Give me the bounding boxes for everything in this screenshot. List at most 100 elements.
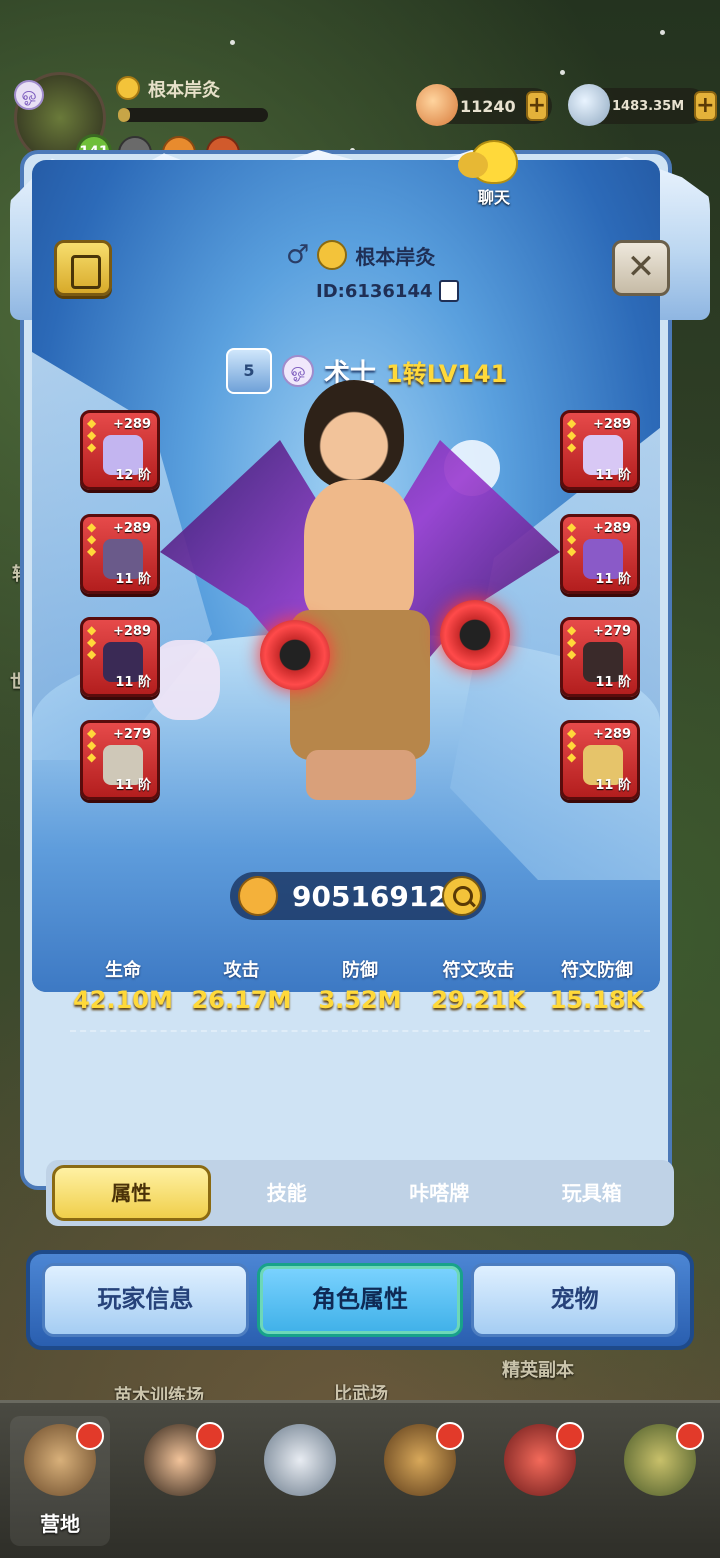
stat-label: 防御: [342, 960, 378, 981]
gem-counter: 1483.35M +: [568, 84, 717, 126]
nav-equipment[interactable]: [250, 1416, 350, 1546]
stat-label: 符文攻击: [442, 960, 515, 981]
copy-id-icon[interactable]: [438, 280, 459, 302]
equipment-slot[interactable]: ◆ ◆ ◆ +289 11 阶: [560, 514, 640, 594]
equipment-slot[interactable]: ◆ ◆ ◆ +289 11 阶: [80, 514, 160, 594]
enhance-level: +279: [112, 727, 151, 742]
star-rank-icon: ◆ ◆ ◆: [567, 726, 577, 764]
nav-shop[interactable]: [610, 1416, 710, 1546]
bg-label-elite: 精英副本: [502, 1360, 574, 1381]
star-rank-icon: ◆ ◆ ◆: [567, 520, 577, 558]
male-gender-icon: ♂: [286, 240, 310, 270]
equipment-slot[interactable]: ◆ ◆ ◆ +279 11 阶: [80, 720, 160, 800]
notification-bell-icon: [556, 1421, 584, 1450]
stat-value: 3.52M: [318, 986, 402, 1014]
equipment-slot[interactable]: ◆ ◆ ◆ +289 12 阶: [80, 410, 160, 490]
pet-companion: [150, 640, 220, 720]
enhance-level: +289: [592, 417, 631, 432]
player-header: ♂ 根本岸灸: [286, 240, 435, 270]
tab-cards[interactable]: 咔嗒牌: [363, 1165, 516, 1221]
stat-value: 26.17M: [191, 986, 292, 1014]
notification-bell-icon: [196, 1421, 224, 1450]
stat-label: 生命: [105, 960, 141, 981]
stat-rune-defense: 符文防御 15.18K: [538, 956, 656, 1014]
chat-bubble-icon: [458, 140, 518, 184]
enhance-level: +279: [592, 624, 631, 639]
star-rank-icon: ◆ ◆ ◆: [567, 416, 577, 454]
gem-amount: 1483.35M: [612, 98, 685, 114]
muscle-arm-icon: [238, 876, 278, 916]
equipment-slot[interactable]: ◆ ◆ ◆ +279 11 阶: [560, 617, 640, 697]
smiley-face-icon: [317, 240, 348, 270]
nav-camp[interactable]: 营地: [10, 1415, 110, 1546]
gold-counter: 11240 +: [416, 84, 552, 126]
divider: [70, 1030, 650, 1032]
smiley-face-icon: [116, 76, 140, 100]
combat-power-value: 90516912: [292, 879, 448, 913]
star-rank-icon: ◆ ◆ ◆: [567, 623, 577, 661]
star-rank-icon: ◆ ◆ ◆: [87, 726, 97, 764]
nav-hero[interactable]: [130, 1416, 230, 1546]
profile-card-button[interactable]: [54, 240, 112, 296]
gem-shell-icon: [568, 84, 610, 126]
star-rank-icon: ◆ ◆ ◆: [87, 520, 97, 558]
item-tier: 12 阶: [115, 468, 151, 483]
player-name: 根本岸灸: [355, 244, 436, 269]
stat-label: 符文防御: [561, 960, 633, 981]
nav-guild[interactable]: [370, 1416, 470, 1546]
stat-attack: 攻击 26.17M: [183, 956, 301, 1014]
tab-player-info[interactable]: 玩家信息: [42, 1263, 249, 1337]
item-tier: 11 阶: [595, 778, 631, 793]
bottom-nav: 营地: [0, 1400, 720, 1558]
character-model: [284, 380, 434, 810]
tab-pets[interactable]: 宠物: [471, 1263, 679, 1337]
equipment-slot[interactable]: ◆ ◆ ◆ +289 11 阶: [560, 720, 640, 800]
stat-hp: 生命 42.10M: [64, 956, 182, 1014]
stat-value: 29.21K: [431, 986, 526, 1014]
stat-defense: 防御 3.52M: [301, 956, 419, 1014]
left-gauntlet: [260, 620, 330, 690]
add-gold-button[interactable]: +: [525, 91, 549, 121]
class-emblem-icon: ஓ: [14, 80, 44, 110]
right-gauntlet: [440, 600, 510, 670]
star-rank-icon: ◆ ◆ ◆: [87, 416, 97, 454]
item-tier: 11 阶: [115, 675, 151, 690]
gold-amount: 11240: [460, 96, 516, 116]
equipment-slot[interactable]: ◆ ◆ ◆ +289 11 阶: [560, 410, 640, 490]
item-tier: 11 阶: [595, 675, 631, 690]
notification-bell-icon: [76, 1421, 104, 1450]
enhance-level: +289: [592, 521, 631, 536]
nav-pet[interactable]: [490, 1416, 590, 1546]
nav-camp-label: 营地: [40, 1511, 80, 1536]
player-id: ID:6136144: [316, 280, 459, 302]
enhance-level: +289: [112, 417, 151, 432]
player-id-text: ID:6136144: [316, 280, 433, 302]
close-button[interactable]: ✕: [612, 240, 670, 296]
item-tier: 11 阶: [115, 778, 151, 793]
chat-button[interactable]: 聊天: [456, 140, 532, 208]
tab-toybox[interactable]: 玩具箱: [516, 1165, 669, 1221]
notification-bell-icon: [436, 1421, 464, 1450]
stat-value: 15.18K: [549, 986, 645, 1014]
combat-power: 90516912: [230, 872, 486, 920]
stat-rune-attack: 符文攻击 29.21K: [420, 956, 538, 1014]
item-tier: 11 阶: [115, 572, 151, 587]
gold-shell-icon: [416, 84, 458, 126]
tab-attributes[interactable]: 属性: [52, 1165, 211, 1221]
add-gems-button[interactable]: +: [694, 91, 717, 121]
stat-label: 攻击: [223, 960, 260, 981]
chat-label: 聊天: [477, 188, 510, 207]
star-rank-icon: ◆ ◆ ◆: [87, 623, 97, 661]
tab-skills[interactable]: 技能: [211, 1165, 364, 1221]
tab-character-attributes[interactable]: 角色属性: [256, 1263, 464, 1337]
experience-bar: [118, 108, 268, 122]
enhance-level: +289: [112, 521, 151, 536]
stat-value: 42.10M: [73, 986, 173, 1014]
sub-tab-bar: 属性 技能 咔嗒牌 玩具箱: [46, 1160, 674, 1226]
hud-player-name: 根本岸灸: [148, 80, 220, 101]
magnify-icon[interactable]: [442, 876, 482, 916]
equipment-slot[interactable]: ◆ ◆ ◆ +289 11 阶: [80, 617, 160, 697]
sword-icon: [264, 1423, 336, 1496]
notification-bell-icon: [676, 1421, 704, 1450]
main-tab-bar: 玩家信息 角色属性 宠物: [26, 1250, 694, 1350]
